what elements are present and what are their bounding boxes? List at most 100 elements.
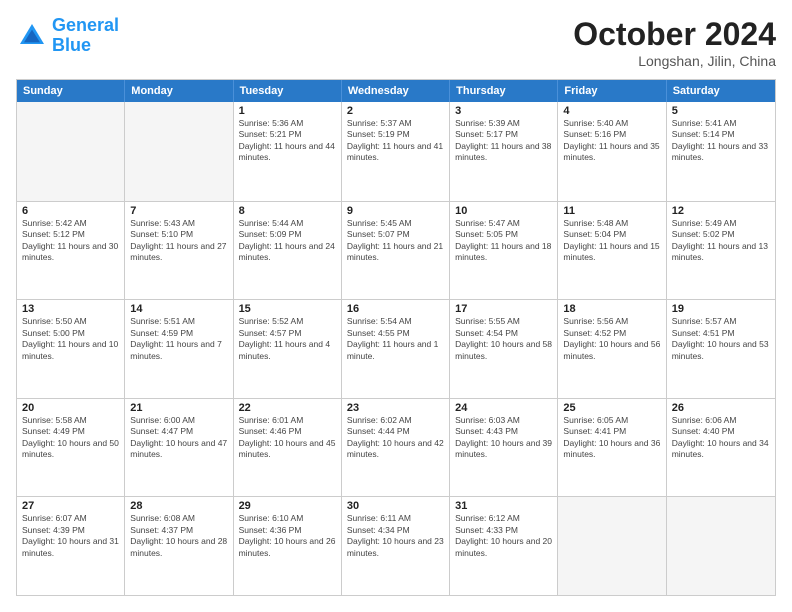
sunset-text: Sunset: 5:02 PM [672,229,770,240]
sunrise-text: Sunrise: 5:49 AM [672,218,770,229]
calendar-cell: 8Sunrise: 5:44 AMSunset: 5:09 PMDaylight… [234,202,342,300]
sunset-text: Sunset: 4:34 PM [347,525,444,536]
daylight-text: Daylight: 11 hours and 30 minutes. [22,241,119,264]
header-day-friday: Friday [558,80,666,102]
sunrise-text: Sunrise: 6:11 AM [347,513,444,524]
sunrise-text: Sunrise: 5:45 AM [347,218,444,229]
sunrise-text: Sunrise: 5:42 AM [22,218,119,229]
day-number: 7 [130,205,227,217]
daylight-text: Daylight: 10 hours and 50 minutes. [22,438,119,461]
sunrise-text: Sunrise: 6:08 AM [130,513,227,524]
day-number: 11 [563,205,660,217]
sunrise-text: Sunrise: 5:39 AM [455,118,552,129]
daylight-text: Daylight: 10 hours and 26 minutes. [239,536,336,559]
sunrise-text: Sunrise: 5:36 AM [239,118,336,129]
header-day-monday: Monday [125,80,233,102]
calendar-row-4: 27Sunrise: 6:07 AMSunset: 4:39 PMDayligh… [17,496,775,595]
calendar-cell: 2Sunrise: 5:37 AMSunset: 5:19 PMDaylight… [342,102,450,201]
header-day-wednesday: Wednesday [342,80,450,102]
day-number: 28 [130,500,227,512]
calendar-row-1: 6Sunrise: 5:42 AMSunset: 5:12 PMDaylight… [17,201,775,300]
page: General Blue October 2024 Longshan, Jili… [0,0,792,612]
day-number: 17 [455,303,552,315]
sunrise-text: Sunrise: 6:01 AM [239,415,336,426]
sunset-text: Sunset: 4:43 PM [455,426,552,437]
sunrise-text: Sunrise: 5:58 AM [22,415,119,426]
calendar-cell: 3Sunrise: 5:39 AMSunset: 5:17 PMDaylight… [450,102,558,201]
sunrise-text: Sunrise: 5:50 AM [22,316,119,327]
calendar-cell: 23Sunrise: 6:02 AMSunset: 4:44 PMDayligh… [342,399,450,497]
calendar-cell: 28Sunrise: 6:08 AMSunset: 4:37 PMDayligh… [125,497,233,595]
daylight-text: Daylight: 10 hours and 28 minutes. [130,536,227,559]
header-day-thursday: Thursday [450,80,558,102]
sunrise-text: Sunrise: 5:54 AM [347,316,444,327]
day-number: 20 [22,402,119,414]
calendar-cell: 14Sunrise: 5:51 AMSunset: 4:59 PMDayligh… [125,300,233,398]
day-number: 1 [239,105,336,117]
calendar-cell: 15Sunrise: 5:52 AMSunset: 4:57 PMDayligh… [234,300,342,398]
sunset-text: Sunset: 5:04 PM [563,229,660,240]
daylight-text: Daylight: 10 hours and 36 minutes. [563,438,660,461]
day-number: 10 [455,205,552,217]
calendar-cell: 21Sunrise: 6:00 AMSunset: 4:47 PMDayligh… [125,399,233,497]
daylight-text: Daylight: 11 hours and 35 minutes. [563,141,660,164]
daylight-text: Daylight: 11 hours and 27 minutes. [130,241,227,264]
sunset-text: Sunset: 4:37 PM [130,525,227,536]
sunrise-text: Sunrise: 5:47 AM [455,218,552,229]
header-day-tuesday: Tuesday [234,80,342,102]
daylight-text: Daylight: 11 hours and 38 minutes. [455,141,552,164]
calendar-cell: 22Sunrise: 6:01 AMSunset: 4:46 PMDayligh… [234,399,342,497]
logo-general: General [52,15,119,35]
sunset-text: Sunset: 4:47 PM [130,426,227,437]
sunrise-text: Sunrise: 5:57 AM [672,316,770,327]
day-number: 12 [672,205,770,217]
day-number: 16 [347,303,444,315]
logo-icon [16,20,48,52]
daylight-text: Daylight: 11 hours and 44 minutes. [239,141,336,164]
day-number: 24 [455,402,552,414]
sunrise-text: Sunrise: 6:05 AM [563,415,660,426]
sunset-text: Sunset: 4:36 PM [239,525,336,536]
sunrise-text: Sunrise: 5:41 AM [672,118,770,129]
calendar-row-2: 13Sunrise: 5:50 AMSunset: 5:00 PMDayligh… [17,299,775,398]
sunset-text: Sunset: 4:51 PM [672,328,770,339]
calendar-cell: 18Sunrise: 5:56 AMSunset: 4:52 PMDayligh… [558,300,666,398]
day-number: 8 [239,205,336,217]
sunset-text: Sunset: 4:59 PM [130,328,227,339]
sunrise-text: Sunrise: 5:52 AM [239,316,336,327]
calendar-cell: 31Sunrise: 6:12 AMSunset: 4:33 PMDayligh… [450,497,558,595]
day-number: 30 [347,500,444,512]
daylight-text: Daylight: 10 hours and 53 minutes. [672,339,770,362]
sunset-text: Sunset: 4:52 PM [563,328,660,339]
calendar-cell [558,497,666,595]
sunrise-text: Sunrise: 5:55 AM [455,316,552,327]
sunset-text: Sunset: 5:16 PM [563,129,660,140]
daylight-text: Daylight: 11 hours and 4 minutes. [239,339,336,362]
day-number: 14 [130,303,227,315]
calendar-cell: 19Sunrise: 5:57 AMSunset: 4:51 PMDayligh… [667,300,775,398]
day-number: 21 [130,402,227,414]
header-day-sunday: Sunday [17,80,125,102]
day-number: 25 [563,402,660,414]
calendar-cell: 30Sunrise: 6:11 AMSunset: 4:34 PMDayligh… [342,497,450,595]
daylight-text: Daylight: 11 hours and 41 minutes. [347,141,444,164]
day-number: 26 [672,402,770,414]
sunset-text: Sunset: 5:05 PM [455,229,552,240]
sunset-text: Sunset: 5:07 PM [347,229,444,240]
sunset-text: Sunset: 4:44 PM [347,426,444,437]
sunrise-text: Sunrise: 5:40 AM [563,118,660,129]
daylight-text: Daylight: 10 hours and 39 minutes. [455,438,552,461]
sunset-text: Sunset: 5:14 PM [672,129,770,140]
daylight-text: Daylight: 10 hours and 47 minutes. [130,438,227,461]
title-section: October 2024 Longshan, Jilin, China [573,16,776,69]
calendar-cell: 6Sunrise: 5:42 AMSunset: 5:12 PMDaylight… [17,202,125,300]
sunset-text: Sunset: 4:39 PM [22,525,119,536]
day-number: 23 [347,402,444,414]
calendar-cell: 7Sunrise: 5:43 AMSunset: 5:10 PMDaylight… [125,202,233,300]
logo-blue: Blue [52,35,91,55]
day-number: 15 [239,303,336,315]
sunrise-text: Sunrise: 6:10 AM [239,513,336,524]
calendar-row-0: 1Sunrise: 5:36 AMSunset: 5:21 PMDaylight… [17,102,775,201]
sunrise-text: Sunrise: 6:07 AM [22,513,119,524]
day-number: 13 [22,303,119,315]
